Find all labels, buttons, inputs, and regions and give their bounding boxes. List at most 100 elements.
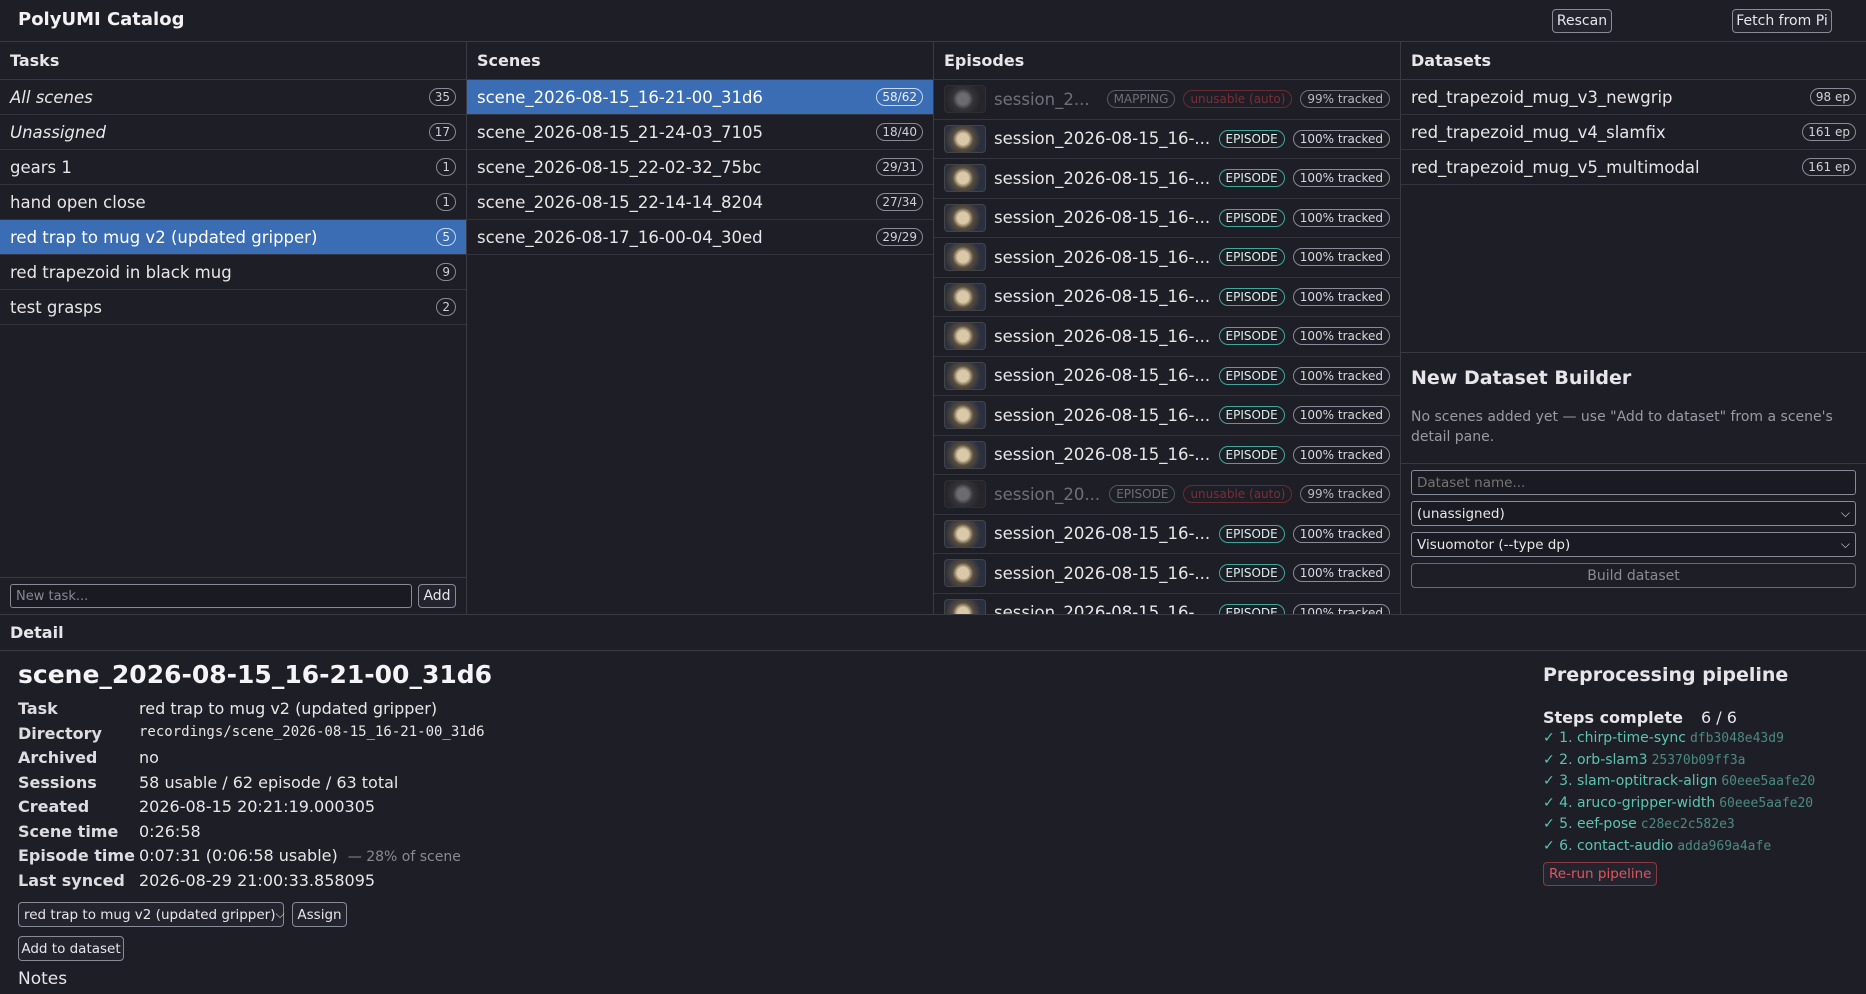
chevron-down-icon: ⌵ — [275, 907, 285, 921]
detail-title: scene_2026-08-15_16-21-00_31d6 — [18, 660, 493, 689]
scene-detail: scene_2026-08-15_16-21-00_31d6 Task red … — [18, 660, 1218, 989]
assign-button[interactable]: Assign — [292, 902, 347, 927]
episode-time-percent: — 28% of scene — [347, 849, 461, 865]
dataset-item[interactable]: red_trapezoid_mug_v4_slamfix 161 ep — [1401, 115, 1866, 150]
last-synced-label: Last synced — [18, 870, 125, 890]
episode-row[interactable]: session_2026-08-15_16-... EPISODE 100% tra… — [934, 159, 1400, 199]
task-item[interactable]: hand open close 1 — [0, 185, 466, 220]
episode-name: session_2026-08-15_16-... — [994, 524, 1211, 544]
datasets-list: red_trapezoid_mug_v3_newgrip 98 ep red_tra… — [1401, 80, 1866, 353]
episode-row[interactable]: session_2026-08-15_16-... EPISODE 100% tra… — [934, 120, 1400, 159]
episode-thumbnail — [944, 282, 986, 311]
task-item-count: 1 — [436, 193, 456, 211]
episode-time-label: Episode time — [18, 846, 135, 865]
scene-item-count: 29/29 — [876, 228, 923, 246]
pipeline-step-hash: 60eee5aafe20 — [1719, 795, 1814, 811]
task-item-label: red trap to mug v2 (updated gripper) — [10, 227, 318, 247]
episode-row[interactable]: session_2026-08-15_16-... EPISODE 100% tra… — [934, 238, 1400, 278]
rerun-pipeline-button[interactable]: Re-run pipeline — [1543, 862, 1658, 886]
pipeline-step: ✓ 3. slam-optitrack-align 60eee5aafe20 — [1543, 773, 1863, 792]
task-item-count: 5 — [436, 228, 456, 246]
episode-thumbnail — [944, 559, 986, 588]
episode-type-badge: EPISODE — [1218, 287, 1285, 306]
scene-item[interactable]: scene_2026-08-15_22-02-32_75bc 29/31 — [467, 150, 933, 185]
episode-name: session_2026-08-15_16-... — [994, 247, 1211, 267]
episode-name: session_2026-08-15_16-... — [994, 168, 1211, 188]
episode-row[interactable]: session_2026-08-15_16-... EPISODE 100% tra… — [934, 515, 1400, 554]
episode-row[interactable]: session_2026-08-15_16-... EPISODE 100% tra… — [934, 278, 1400, 317]
task-item[interactable]: gears 1 1 — [0, 150, 466, 185]
episode-name: session_2026-08-15_16-... — [994, 208, 1211, 228]
episode-type-badge: EPISODE — [1218, 445, 1285, 464]
fetch-from-pi-button[interactable]: Fetch from Pi — [1732, 9, 1832, 33]
dataset-type-select-value: Visuomotor (--type dp) — [1417, 536, 1571, 553]
scene-item[interactable]: scene_2026-08-15_21-24-03_7105 18/40 — [467, 115, 933, 150]
dataset-item[interactable]: red_trapezoid_mug_v5_multimodal 161 ep — [1401, 150, 1866, 185]
tracked-badge: 100% tracked — [1292, 287, 1390, 306]
episode-thumbnail — [944, 598, 986, 614]
unusable-badge: unusable (auto) — [1183, 485, 1293, 504]
pipeline-step: ✓ 4. aruco-gripper-width 60eee5aafe20 — [1543, 795, 1863, 814]
add-task-button[interactable]: Add — [418, 584, 456, 608]
dataset-name-input[interactable] — [1411, 470, 1856, 495]
episode-row[interactable]: session_2026-08-15_16-... EPISODE 100% tra… — [934, 554, 1400, 594]
episode-row[interactable]: session_2026-08-15_16-... EPISODE 100% tra… — [934, 317, 1400, 357]
episode-thumbnail — [944, 440, 986, 469]
dataset-item[interactable]: red_trapezoid_mug_v3_newgrip 98 ep — [1401, 80, 1866, 115]
scene-item[interactable]: scene_2026-08-17_16-00-04_30ed 29/29 — [467, 220, 933, 255]
episode-thumbnail — [944, 322, 986, 351]
episodes-header: Episodes — [934, 42, 1400, 80]
rescan-button[interactable]: Rescan — [1552, 9, 1612, 33]
created-label: Created — [18, 797, 90, 816]
dataset-item-label: red_trapezoid_mug_v5_multimodal — [1411, 157, 1700, 177]
pipeline-step-name: ✓ 2. orb-slam3 — [1543, 751, 1648, 768]
detail-properties: Task red trap to mug v2 (updated gripper… — [18, 699, 1218, 892]
preprocessing-pipeline: Preprocessing pipeline Steps complete 6 /… — [1543, 664, 1863, 886]
episode-thumbnail — [944, 124, 986, 153]
episode-name: session_2026-08-15_16-... — [994, 326, 1211, 346]
assign-task-select[interactable]: red trap to mug v2 (updated gripper) ⌵ — [18, 902, 285, 927]
tracked-badge: 100% tracked — [1292, 406, 1390, 425]
task-item[interactable]: All scenes 35 — [0, 80, 466, 115]
episode-row[interactable]: session_2026-08-15_16-... EPISODE 100% tra… — [934, 396, 1400, 436]
task-item[interactable]: red trap to mug v2 (updated gripper) 5 — [0, 220, 466, 255]
episode-row[interactable]: session_2026-08-15_16-... EPISODE 100% tra… — [934, 594, 1400, 614]
pipeline-step-name: ✓ 3. slam-optitrack-align — [1543, 773, 1718, 789]
scene-item[interactable]: scene_2026-08-15_16-21-00_31d6 58/62 — [467, 80, 933, 115]
episode-row[interactable]: session_2026-08-15_16-... EPISODE 100% tra… — [934, 199, 1400, 238]
task-item[interactable]: red trapezoid in black mug 9 — [0, 255, 466, 290]
task-item-label: test grasps — [10, 297, 102, 317]
task-item-label: red trapezoid in black mug — [10, 262, 232, 282]
add-to-dataset-button[interactable]: Add to dataset — [18, 936, 124, 961]
tracked-badge: 100% tracked — [1292, 445, 1390, 464]
episode-thumbnail — [944, 519, 986, 548]
episode-type-badge: EPISODE — [1218, 366, 1285, 385]
build-dataset-button[interactable]: Build dataset — [1411, 563, 1856, 588]
episode-row[interactable]: session_2026-08-15_16-... EPISODE 100% tra… — [934, 436, 1400, 475]
episode-type-badge: EPISODE — [1218, 406, 1285, 425]
task-item[interactable]: Unassigned 17 — [0, 115, 466, 150]
episode-name: session_2... — [994, 89, 1090, 109]
scene-item[interactable]: scene_2026-08-15_22-14-14_8204 27/34 — [467, 185, 933, 220]
task-item[interactable]: test grasps 2 — [0, 290, 466, 325]
scenes-list: scene_2026-08-15_16-21-00_31d6 58/62 scene… — [467, 80, 933, 255]
episode-type-badge: EPISODE — [1218, 327, 1285, 346]
pipeline-step-hash: dfb3048e43d9 — [1689, 731, 1784, 746]
task-item-label: All scenes — [10, 87, 93, 107]
pipeline-step-name: ✓ 4. aruco-gripper-width — [1543, 794, 1716, 811]
pipeline-step-name: ✓ 6. contact-audio — [1543, 837, 1674, 854]
tracked-badge: 100% tracked — [1292, 208, 1390, 227]
dataset-type-select[interactable]: Visuomotor (--type dp) ⌵ — [1411, 532, 1856, 557]
episode-name: session_2026-08-15_16-... — [994, 405, 1211, 425]
new-task-input[interactable] — [10, 584, 412, 608]
episode-row[interactable]: session_20... EPISODE unusable (auto) 99% t… — [934, 475, 1400, 515]
episode-name: session_2026-08-15_16-... — [994, 366, 1211, 386]
episode-row[interactable]: session_2026-08-15_16-... EPISODE 100% tra… — [934, 357, 1400, 396]
notes-label: Notes — [18, 969, 68, 989]
pipeline-step-name: ✓ 5. eef-pose — [1543, 816, 1637, 832]
tracked-badge: 99% tracked — [1300, 90, 1390, 109]
episode-name: session_2026-08-15_16-... — [994, 603, 1211, 614]
dataset-task-select[interactable]: (unassigned) ⌵ — [1411, 501, 1856, 526]
episode-row[interactable]: session_2... MAPPING unusable (auto) 99% tr… — [934, 80, 1400, 120]
chevron-down-icon: ⌵ — [1840, 537, 1850, 551]
